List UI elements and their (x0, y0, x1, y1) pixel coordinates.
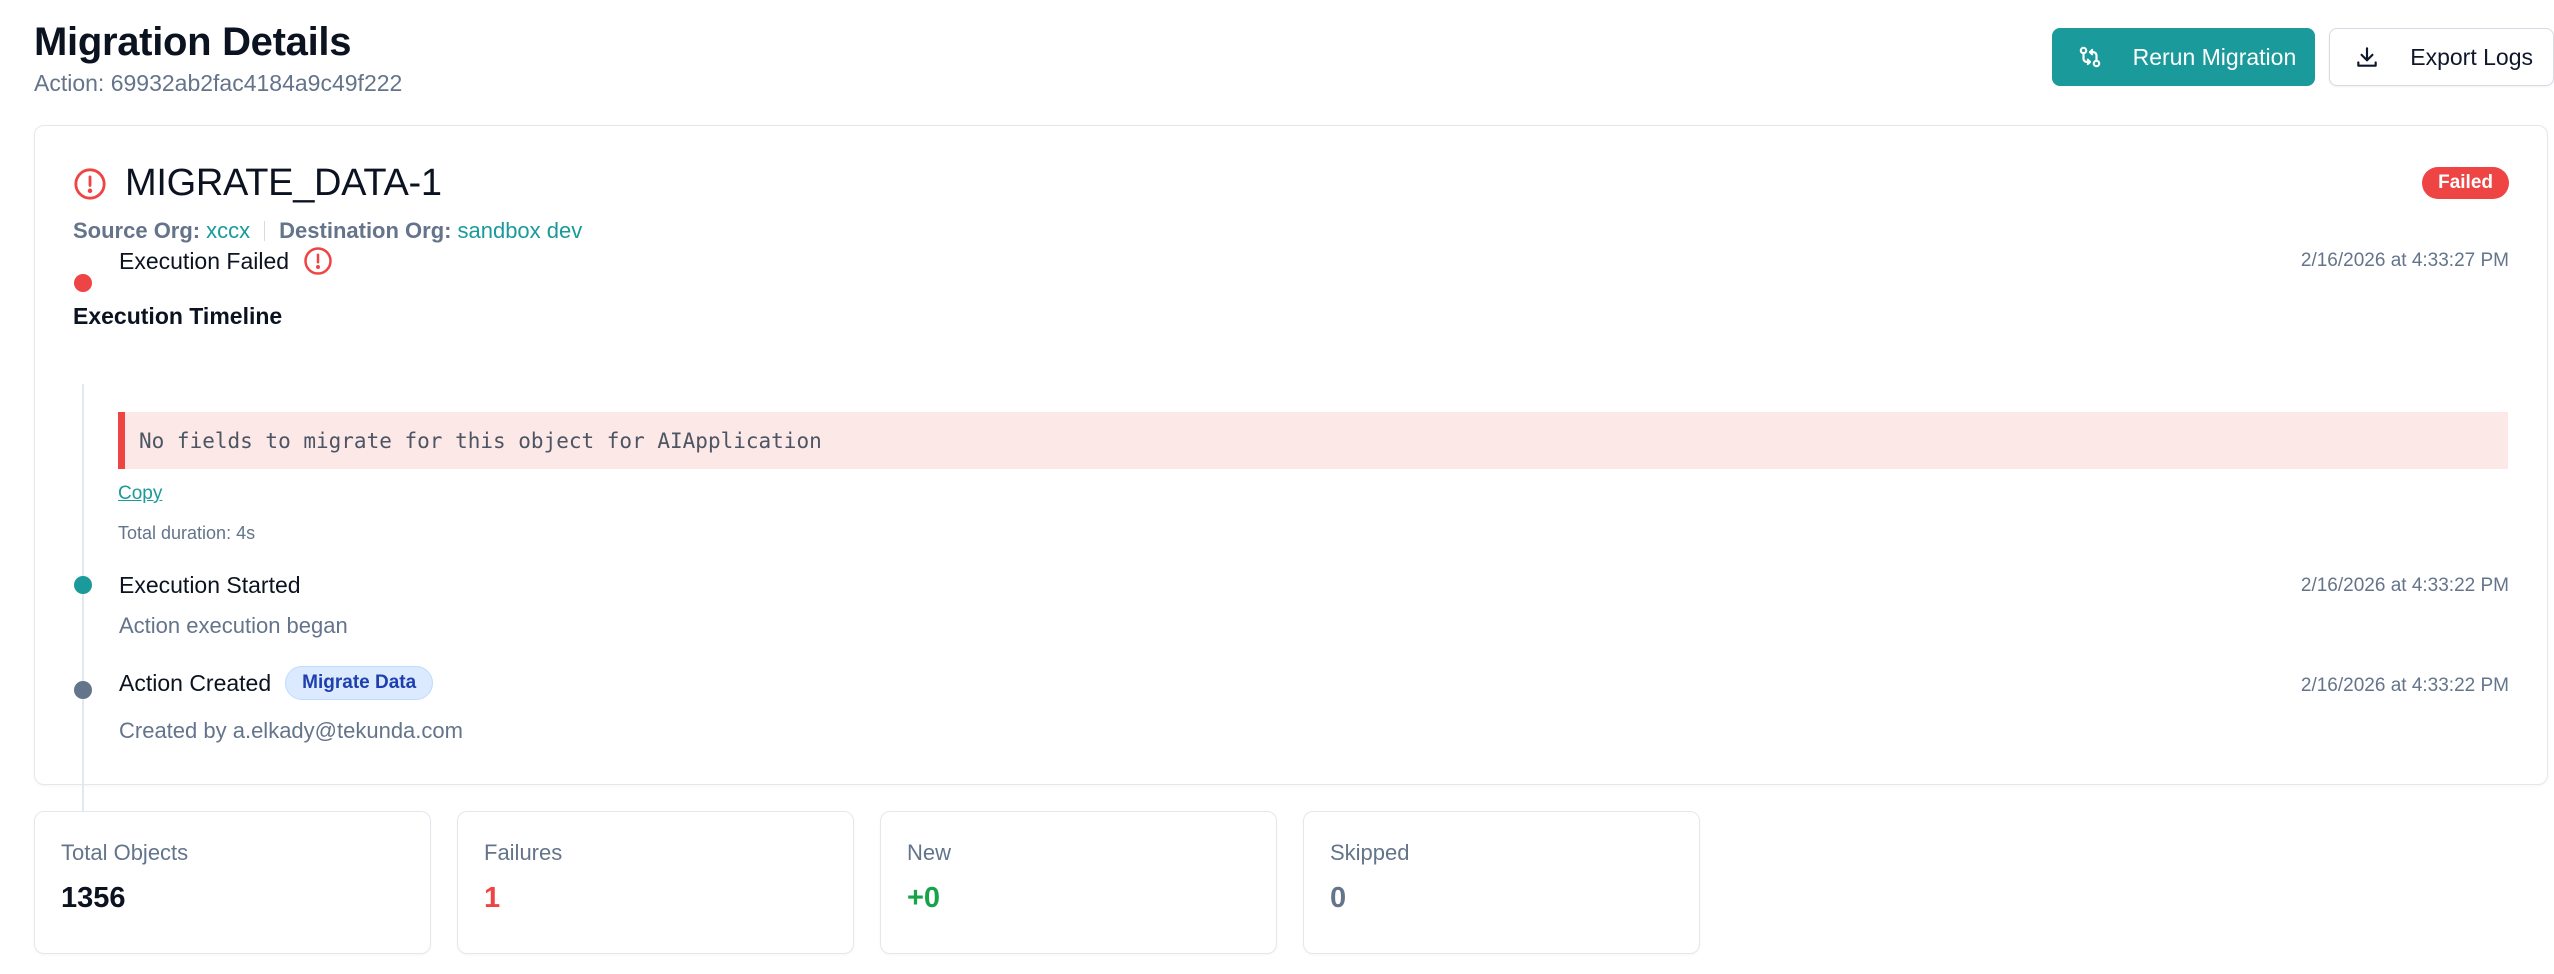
git-compare-icon (2077, 44, 2103, 70)
stat-label: New (907, 840, 952, 865)
timeline-item-created-title: Action Created Migrate Data (119, 666, 434, 700)
dest-org-value: sandbox dev (457, 218, 583, 243)
action-id: Action: 69932ab2fac4184a9c49f222 (34, 70, 403, 96)
timeline-item-failed-title: Execution Failed (119, 246, 333, 276)
copy-error-link[interactable]: Copy (118, 483, 162, 505)
alert-circle-icon (304, 247, 332, 275)
timeline-time: 2/16/2026 at 4:33:22 PM (2300, 575, 2509, 596)
timeline-description: Created by a.elkady@tekunda.com (119, 718, 463, 743)
migration-title: MIGRATE_DATA-1 (125, 162, 442, 204)
rerun-migration-button[interactable]: Rerun Migration (2051, 28, 2316, 86)
stat-card-new: New +0 (880, 811, 1277, 954)
error-message-box: No fields to migrate for this object for… (118, 412, 2508, 469)
source-org-value: xccx (206, 218, 251, 243)
source-org-label: Source Org: (73, 218, 201, 243)
rerun-migration-label: Rerun Migration (2132, 43, 2297, 70)
card-title-row: MIGRATE_DATA-1 (73, 162, 442, 205)
stat-label: Skipped (1330, 840, 1410, 865)
timeline-time: 2/16/2026 at 4:33:22 PM (2300, 675, 2509, 696)
timeline-dot-failed (74, 274, 92, 292)
timeline-description: Action execution began (119, 613, 348, 638)
stat-value: +0 (907, 882, 941, 914)
alert-circle-icon (74, 167, 106, 200)
stat-card-failures: Failures 1 (457, 811, 854, 954)
timeline-title-text: Execution Started (119, 572, 301, 598)
total-duration: Total duration: 4s (118, 523, 256, 543)
action-type-badge: Migrate Data (285, 666, 434, 700)
stat-value: 1 (484, 882, 501, 914)
timeline-title-text: Execution Failed (119, 247, 290, 274)
org-row: Source Org: xccx Destination Org: sandbo… (73, 218, 582, 244)
timeline-dot-started (74, 576, 92, 594)
page-header: Migration Details Action: 69932ab2fac418… (34, 18, 402, 97)
stat-card-total-objects: Total Objects 1356 (34, 811, 431, 954)
page-title: Migration Details (34, 20, 352, 64)
export-logs-button[interactable]: Export Logs (2329, 28, 2554, 86)
timeline-item-started-title: Execution Started (119, 572, 301, 599)
export-logs-label: Export Logs (2410, 43, 2533, 70)
stat-label: Failures (484, 840, 563, 865)
org-divider (264, 221, 266, 241)
header-actions: Rerun Migration Export Logs (2051, 28, 2554, 86)
timeline-time: 2/16/2026 at 4:33:27 PM (2300, 250, 2509, 271)
timeline-dot-created (74, 681, 92, 699)
status-badge: Failed (2422, 167, 2509, 199)
stats-row: Total Objects 1356 Failures 1 New +0 Ski… (34, 811, 1700, 954)
stat-value: 0 (1330, 882, 1347, 914)
migration-details-page: Migration Details Action: 69932ab2fac418… (0, 0, 2554, 974)
stat-label: Total Objects (61, 840, 189, 865)
dest-org-label: Destination Org: (279, 218, 452, 243)
timeline-line (82, 384, 84, 812)
stat-card-skipped: Skipped 0 (1303, 811, 1700, 954)
stat-value: 1356 (61, 882, 126, 914)
timeline-heading: Execution Timeline (73, 303, 283, 329)
download-icon (2354, 44, 2380, 70)
error-message-text: No fields to migrate for this object for… (139, 428, 822, 453)
timeline-title-text: Action Created (119, 669, 272, 696)
